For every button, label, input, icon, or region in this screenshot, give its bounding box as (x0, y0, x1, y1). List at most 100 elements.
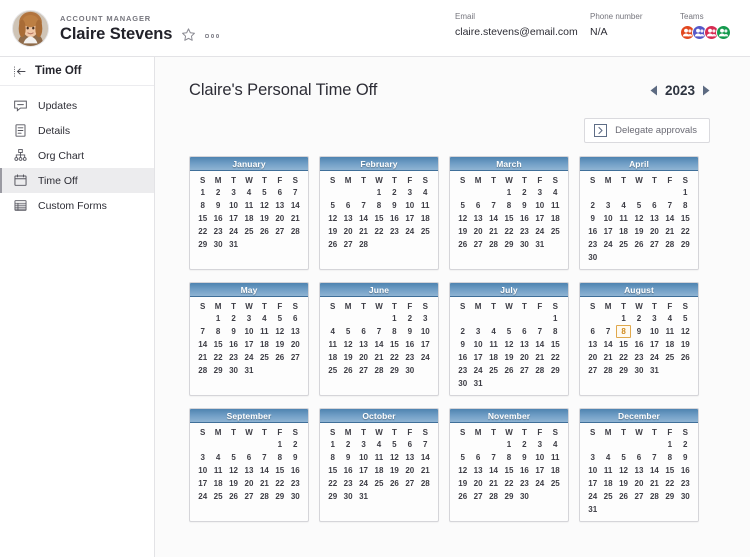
calendar-day[interactable]: 11 (371, 451, 386, 464)
calendar-day[interactable]: 26 (272, 351, 287, 364)
calendar-day[interactable]: 13 (288, 325, 303, 338)
teams-avatar-row[interactable] (680, 25, 731, 40)
calendar-day[interactable]: 8 (272, 451, 287, 464)
calendar-day[interactable]: 10 (418, 325, 433, 338)
calendar-day[interactable]: 5 (387, 438, 402, 451)
calendar-day[interactable]: 22 (501, 225, 516, 238)
calendar-day[interactable]: 26 (325, 238, 340, 251)
calendar-day[interactable]: 23 (678, 477, 693, 490)
calendar-day[interactable]: 15 (325, 464, 340, 477)
calendar-day[interactable]: 18 (210, 477, 225, 490)
calendar-day[interactable]: 5 (616, 451, 631, 464)
calendar-day[interactable]: 6 (470, 199, 485, 212)
calendar-day[interactable]: 15 (210, 338, 225, 351)
calendar-day[interactable]: 26 (678, 351, 693, 364)
calendar-day[interactable]: 17 (356, 464, 371, 477)
calendar-day[interactable]: 25 (371, 477, 386, 490)
calendar-day[interactable]: 3 (418, 312, 433, 325)
calendar-day[interactable]: 10 (402, 199, 417, 212)
calendar-day[interactable]: 3 (470, 325, 485, 338)
calendar-day[interactable]: 25 (600, 490, 615, 503)
ellipsis-icon[interactable] (205, 27, 219, 42)
calendar-day[interactable]: 3 (195, 451, 210, 464)
calendar-day[interactable]: 22 (371, 225, 386, 238)
calendar-day[interactable]: 18 (548, 464, 563, 477)
calendar-day[interactable]: 28 (371, 364, 386, 377)
calendar-day[interactable]: 8 (195, 199, 210, 212)
calendar-day[interactable]: 8 (387, 325, 402, 338)
calendar-day[interactable]: 2 (340, 438, 355, 451)
calendar-day[interactable]: 9 (288, 451, 303, 464)
calendar-day[interactable]: 6 (241, 451, 256, 464)
calendar-day[interactable]: 22 (325, 477, 340, 490)
calendar-day[interactable]: 15 (371, 212, 386, 225)
calendar-day[interactable]: 4 (600, 451, 615, 464)
calendar-day[interactable]: 15 (272, 464, 287, 477)
calendar-day[interactable]: 12 (226, 464, 241, 477)
calendar-day[interactable]: 9 (517, 199, 532, 212)
calendar-day[interactable]: 3 (402, 186, 417, 199)
calendar-day[interactable]: 24 (241, 351, 256, 364)
calendar-day[interactable]: 8 (662, 451, 677, 464)
calendar-day[interactable]: 16 (387, 212, 402, 225)
calendar-day[interactable]: 5 (272, 312, 287, 325)
calendar-day[interactable]: 20 (647, 225, 662, 238)
calendar-day[interactable]: 16 (226, 338, 241, 351)
calendar-day[interactable]: 6 (470, 451, 485, 464)
calendar-day[interactable]: 24 (585, 490, 600, 503)
calendar-day[interactable]: 31 (226, 238, 241, 251)
calendar-day[interactable]: 10 (241, 325, 256, 338)
calendar-day[interactable]: 26 (340, 364, 355, 377)
calendar-day[interactable]: 18 (241, 212, 256, 225)
calendar-day[interactable]: 15 (616, 338, 631, 351)
calendar-day[interactable]: 11 (418, 199, 433, 212)
calendar-day[interactable]: 16 (210, 212, 225, 225)
calendar-day[interactable]: 4 (241, 186, 256, 199)
calendar-day[interactable]: 11 (486, 338, 501, 351)
calendar-day[interactable]: 20 (288, 338, 303, 351)
calendar-day[interactable]: 14 (418, 451, 433, 464)
calendar-day[interactable]: 8 (548, 325, 563, 338)
calendar-day[interactable]: 12 (272, 325, 287, 338)
calendar-day[interactable]: 7 (418, 438, 433, 451)
calendar-day[interactable]: 28 (647, 490, 662, 503)
calendar-day[interactable]: 30 (517, 238, 532, 251)
star-icon[interactable] (181, 27, 196, 42)
calendar-day[interactable]: 11 (548, 451, 563, 464)
calendar-day[interactable]: 2 (402, 312, 417, 325)
calendar-day[interactable]: 19 (340, 351, 355, 364)
calendar-day[interactable]: 21 (486, 225, 501, 238)
calendar-day[interactable]: 24 (356, 477, 371, 490)
calendar-day[interactable]: 17 (402, 212, 417, 225)
calendar-day[interactable]: 25 (548, 225, 563, 238)
calendar-day[interactable]: 13 (631, 464, 646, 477)
calendar-day[interactable]: 1 (387, 312, 402, 325)
calendar-day[interactable]: 13 (585, 338, 600, 351)
calendar-day[interactable]: 20 (631, 477, 646, 490)
calendar-day[interactable]: 31 (585, 503, 600, 516)
calendar-day[interactable]: 4 (210, 451, 225, 464)
calendar-day[interactable]: 28 (662, 238, 677, 251)
calendar-day[interactable]: 11 (257, 325, 272, 338)
calendar-day[interactable]: 16 (678, 464, 693, 477)
calendar-day[interactable]: 30 (631, 364, 646, 377)
calendar-day[interactable]: 5 (501, 325, 516, 338)
calendar-day[interactable]: 23 (455, 364, 470, 377)
calendar-day[interactable]: 10 (532, 451, 547, 464)
calendar-day[interactable]: 20 (517, 351, 532, 364)
calendar-day[interactable]: 5 (340, 325, 355, 338)
calendar-day[interactable]: 15 (678, 212, 693, 225)
calendar-day[interactable]: 15 (387, 338, 402, 351)
caret-right-icon[interactable] (702, 85, 710, 96)
calendar-day[interactable]: 31 (532, 238, 547, 251)
avatar[interactable] (12, 9, 49, 47)
calendar-day[interactable]: 29 (678, 238, 693, 251)
calendar-day-today[interactable]: 8 (615, 325, 632, 338)
calendar-day[interactable]: 22 (387, 351, 402, 364)
calendar-day[interactable]: 12 (455, 464, 470, 477)
calendar-day[interactable]: 28 (288, 225, 303, 238)
delegate-approvals-button[interactable]: Delegate approvals (584, 118, 710, 143)
calendar-day[interactable]: 16 (402, 338, 417, 351)
calendar-day[interactable]: 9 (585, 212, 600, 225)
calendar-day[interactable]: 8 (678, 199, 693, 212)
